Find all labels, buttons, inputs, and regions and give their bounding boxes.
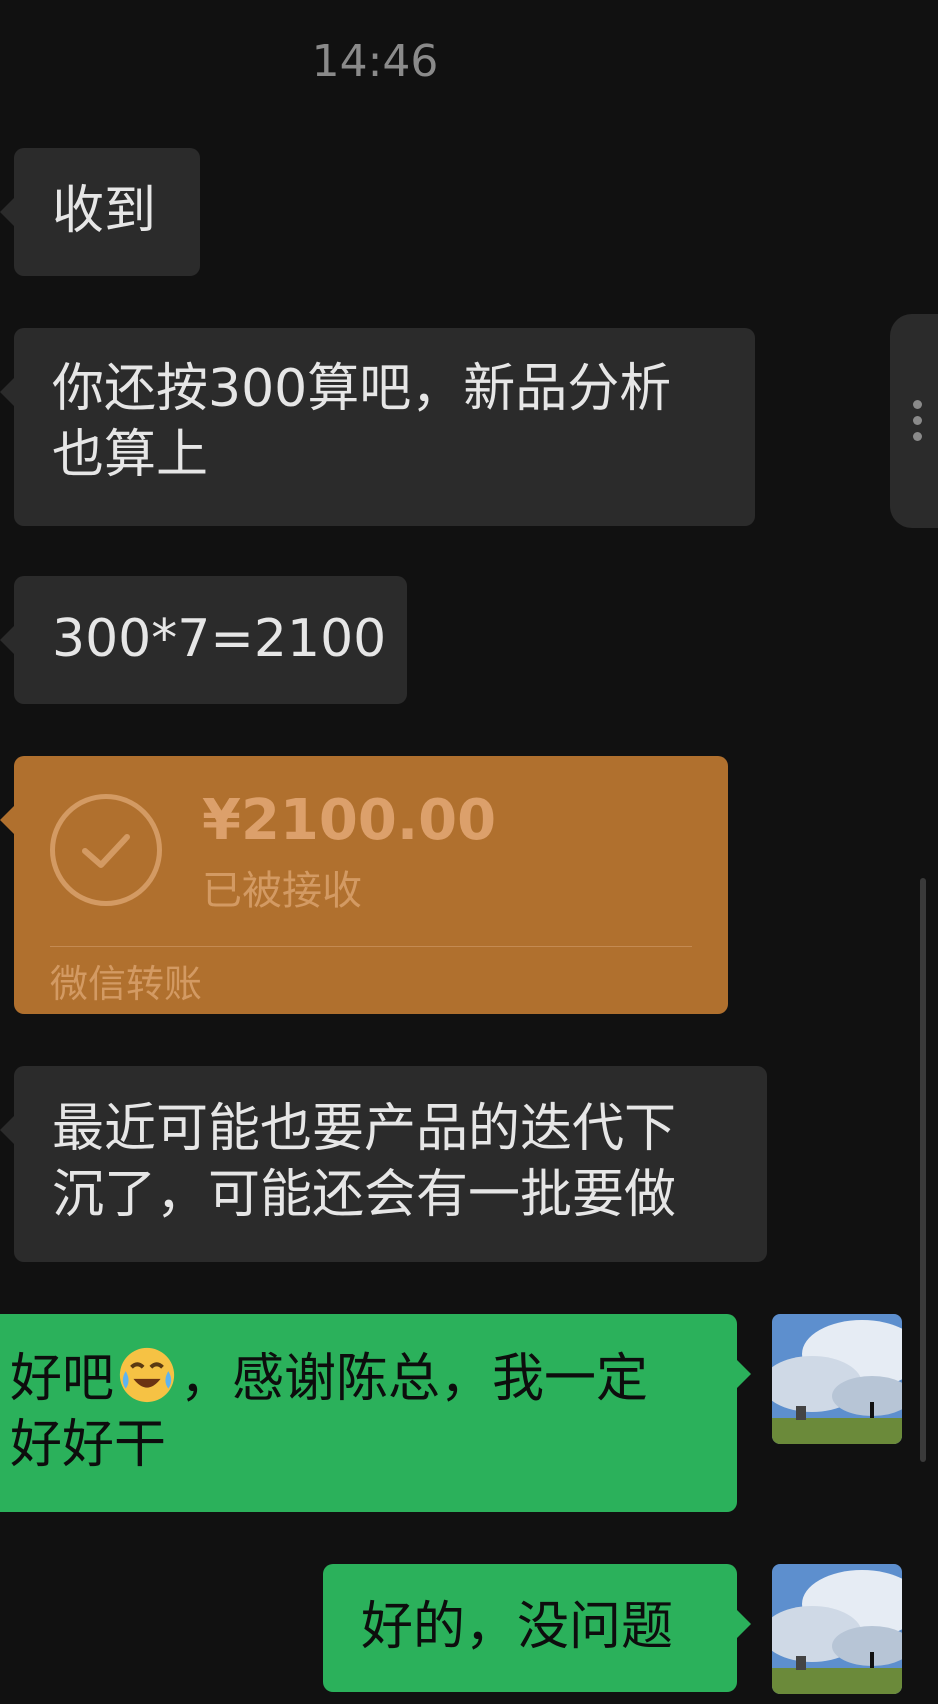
transfer-status: 已被接收 <box>202 868 362 914</box>
message-text: 300*7=2100 <box>52 609 387 669</box>
transfer-footer-label: 微信转账 <box>50 962 203 1006</box>
message-text: 好的，没问题 <box>361 1597 674 1657</box>
message-text: 你还按300算吧，新品分析 <box>52 359 672 419</box>
message-bubble-received[interactable]: 最近可能也要产品的迭代下 沉了，可能还会有一批要做 <box>0 1066 767 1262</box>
avatar[interactable] <box>772 1314 902 1444</box>
message-text: 好吧 ，感谢陈总，我一定 <box>10 1344 717 1412</box>
message-bubble-received[interactable]: 收到 <box>0 148 200 276</box>
message-text: 沉了，可能还会有一批要做 <box>52 1165 677 1225</box>
message-text: 也算上 <box>52 425 209 485</box>
message-text: 收到 <box>52 181 157 241</box>
avatar[interactable] <box>772 1564 902 1694</box>
transfer-amount: ¥2100.00 <box>202 788 497 853</box>
message-bubble-sent[interactable]: 好的，没问题 <box>323 1564 751 1692</box>
crying-laughing-face-icon <box>119 1347 175 1403</box>
message-bubble-received[interactable]: 300*7=2100 <box>0 576 407 704</box>
side-menu-handle[interactable] <box>890 314 938 528</box>
transfer-card[interactable]: ¥2100.00 已被接收 微信转账 <box>0 756 728 1014</box>
timestamp: 14:46 <box>311 36 439 87</box>
scrollbar[interactable] <box>920 878 926 1462</box>
divider <box>50 946 692 947</box>
message-text: 最近可能也要产品的迭代下 <box>52 1099 677 1159</box>
check-circle-icon <box>50 794 162 906</box>
message-bubble-received[interactable]: 你还按300算吧，新品分析 也算上 <box>0 328 755 526</box>
message-text: 好好干 <box>10 1415 167 1475</box>
message-bubble-sent[interactable]: 好吧 ，感谢陈总，我一定 好好干 <box>0 1314 751 1512</box>
more-vertical-icon <box>913 400 922 448</box>
